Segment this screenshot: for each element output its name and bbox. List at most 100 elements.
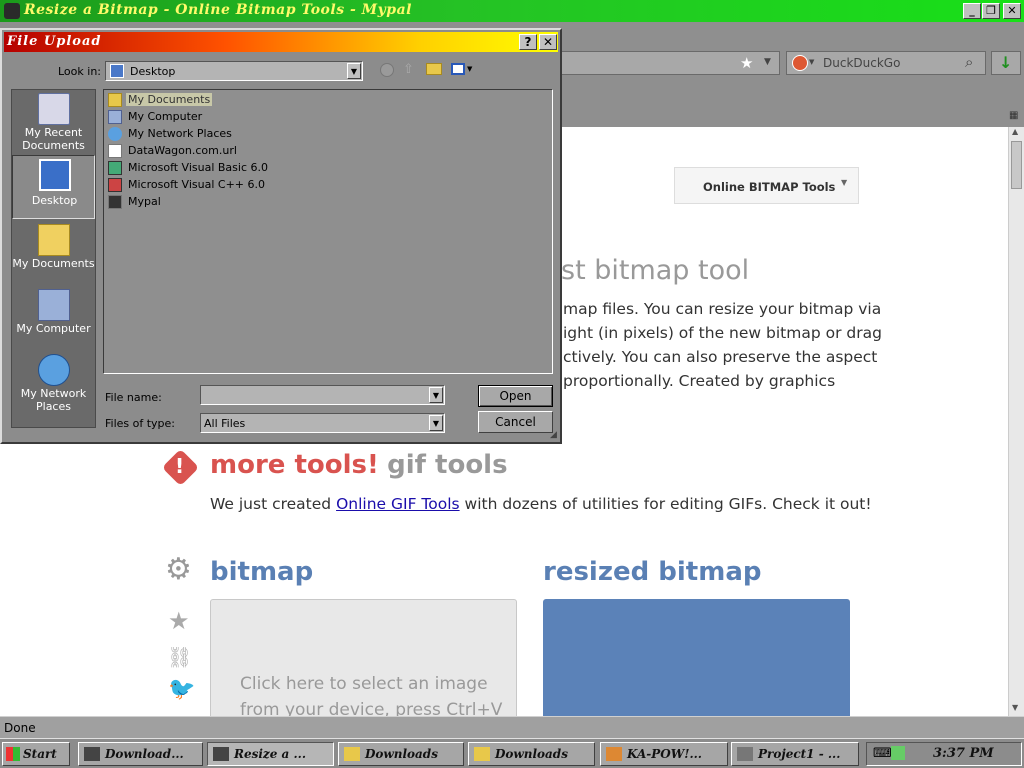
input-hint-2: from your device, press Ctrl+V [240, 700, 503, 716]
file-type-value: All Files [204, 417, 246, 430]
place-label: My Network Places [20, 387, 87, 413]
more-tools-text: We just created Online GIF Tools with do… [210, 495, 872, 513]
list-item[interactable]: My Network Places [108, 126, 308, 142]
chevron-down-icon[interactable]: ▼ [809, 58, 814, 66]
task-label: Downloads [495, 747, 568, 761]
search-bar[interactable]: ▼ DuckDuckGo ⌕ [786, 51, 986, 75]
tools-dropdown[interactable]: Online BITMAP Tools ▼ [674, 167, 859, 204]
start-label: Start [23, 747, 57, 761]
place-my-network-places[interactable]: My Network Places [12, 351, 95, 415]
list-item[interactable]: Microsoft Visual C++ 6.0 [108, 177, 308, 193]
dialog-title-bar[interactable]: File Upload ? ✕ [4, 32, 558, 52]
caret-down-icon: ▼ [841, 178, 848, 187]
place-desktop[interactable]: Desktop [12, 155, 95, 219]
desktop-icon [39, 159, 71, 191]
folder-icon [344, 747, 360, 761]
page-scrollbar[interactable]: ▲ ▼ [1008, 127, 1024, 716]
list-item[interactable]: DataWagon.com.url [108, 143, 308, 159]
minimize-button[interactable]: _ [963, 3, 981, 19]
file-name: DataWagon.com.url [128, 144, 237, 157]
tab-list-icon[interactable]: ▦ [1009, 110, 1018, 121]
file-type-select[interactable]: All Files ▼ [200, 413, 445, 433]
magnifier-icon[interactable]: ⌕ [965, 53, 973, 71]
output-preview [543, 599, 850, 716]
input-dropzone[interactable]: Click here to select an image from your … [210, 599, 517, 716]
resize-grip-icon[interactable]: ◢ [550, 430, 557, 440]
network-tray-icon[interactable] [891, 746, 905, 760]
alert-icon-mark: ! [175, 454, 185, 478]
close-button[interactable]: ✕ [1003, 3, 1021, 19]
scroll-up-arrow[interactable]: ▲ [1012, 127, 1018, 136]
up-folder-icon[interactable]: ⇧ [403, 62, 414, 77]
chevron-down-icon[interactable]: ▼ [467, 65, 472, 73]
chevron-down-icon[interactable]: ▼ [764, 57, 771, 67]
file-name: Mypal [128, 195, 161, 208]
app-icon[interactable] [4, 3, 20, 19]
new-folder-icon[interactable] [426, 63, 442, 75]
list-item[interactable]: My Computer [108, 109, 308, 125]
tools-dropdown-label: Online BITMAP Tools [703, 180, 836, 194]
place-label: My Documents [12, 257, 95, 270]
view-menu-icon[interactable] [451, 63, 465, 75]
download-button[interactable]: ↓ [991, 51, 1021, 75]
back-icon[interactable] [380, 63, 394, 77]
task-project1[interactable]: Project1 - ... [731, 742, 859, 766]
place-my-computer[interactable]: My Computer [12, 286, 95, 350]
task-download[interactable]: Download... [78, 742, 203, 766]
keyboard-icon[interactable]: ⌨ [873, 746, 892, 761]
address-bar[interactable]: ★ ▼ [560, 51, 780, 75]
maximize-button[interactable]: ❐ [982, 3, 1000, 19]
star-icon[interactable]: ★ [740, 54, 753, 72]
star-icon[interactable]: ★ [168, 607, 190, 635]
more-tools-text-before: We just created [210, 495, 337, 513]
list-item[interactable]: My Documents [108, 92, 308, 108]
mypal-icon [84, 747, 100, 761]
clock[interactable]: 3:37 PM [933, 746, 994, 761]
folder-icon [38, 224, 70, 256]
open-button[interactable]: Open [478, 385, 553, 407]
output-title: resized bitmap [543, 557, 762, 587]
chevron-down-icon[interactable]: ▼ [429, 387, 443, 403]
place-recent-documents[interactable]: My Recent Documents [12, 90, 95, 154]
status-text: Done [4, 721, 36, 735]
cancel-button[interactable]: Cancel [478, 411, 553, 433]
desktop-icon [110, 64, 124, 78]
file-name: My Documents [126, 93, 213, 106]
task-downloads-1[interactable]: Downloads [338, 742, 464, 766]
help-button[interactable]: ? [519, 34, 537, 50]
twitter-icon[interactable]: 🐦 [168, 677, 195, 702]
gif-tools-label: gif tools [387, 450, 508, 480]
look-in-select[interactable]: Desktop ▼ [105, 61, 363, 81]
scroll-thumb[interactable] [1011, 141, 1022, 189]
intro-line-4: proportionally. Created by graphics [563, 372, 836, 390]
file-list[interactable]: My Documents My Computer My Network Plac… [103, 89, 553, 374]
dialog-title: File Upload [7, 34, 102, 49]
duckduckgo-icon [792, 55, 808, 71]
file-name-input[interactable]: ▼ [200, 385, 445, 405]
task-kapow[interactable]: KA-POW!... [600, 742, 728, 766]
taskbar: Start Download... Resize a ... Downloads… [0, 738, 1024, 768]
recent-documents-icon [38, 93, 70, 125]
start-button[interactable]: Start [2, 742, 70, 766]
gear-icon[interactable]: ⚙ [165, 555, 192, 585]
intro-line-2: ight (in pixels) of the new bitmap or dr… [563, 324, 882, 342]
file-name: Microsoft Visual Basic 6.0 [128, 161, 269, 174]
search-engine-label: DuckDuckGo [823, 56, 901, 70]
link-icon[interactable]: ⛓ [167, 645, 192, 669]
dialog-close-button[interactable]: ✕ [539, 34, 557, 50]
place-my-documents[interactable]: My Documents [12, 221, 95, 285]
task-resize[interactable]: Resize a ... [207, 742, 334, 766]
list-item[interactable]: Microsoft Visual Basic 6.0 [108, 160, 308, 176]
chevron-down-icon[interactable]: ▼ [347, 63, 361, 79]
chevron-down-icon[interactable]: ▼ [429, 415, 443, 431]
gif-tools-link[interactable]: Online GIF Tools [336, 495, 460, 513]
input-title: bitmap [210, 557, 314, 587]
intro-line-1: map files. You can resize your bitmap vi… [563, 300, 882, 318]
scroll-down-arrow[interactable]: ▼ [1012, 703, 1018, 712]
url-shortcut-icon [108, 144, 122, 158]
list-item[interactable]: Mypal [108, 194, 308, 210]
system-tray: ⌨ 3:37 PM [866, 742, 1022, 766]
more-tools-text-after: with dozens of utilities for editing GIF… [459, 495, 872, 513]
task-downloads-2[interactable]: Downloads [468, 742, 595, 766]
input-hint-1: Click here to select an image [240, 674, 488, 694]
